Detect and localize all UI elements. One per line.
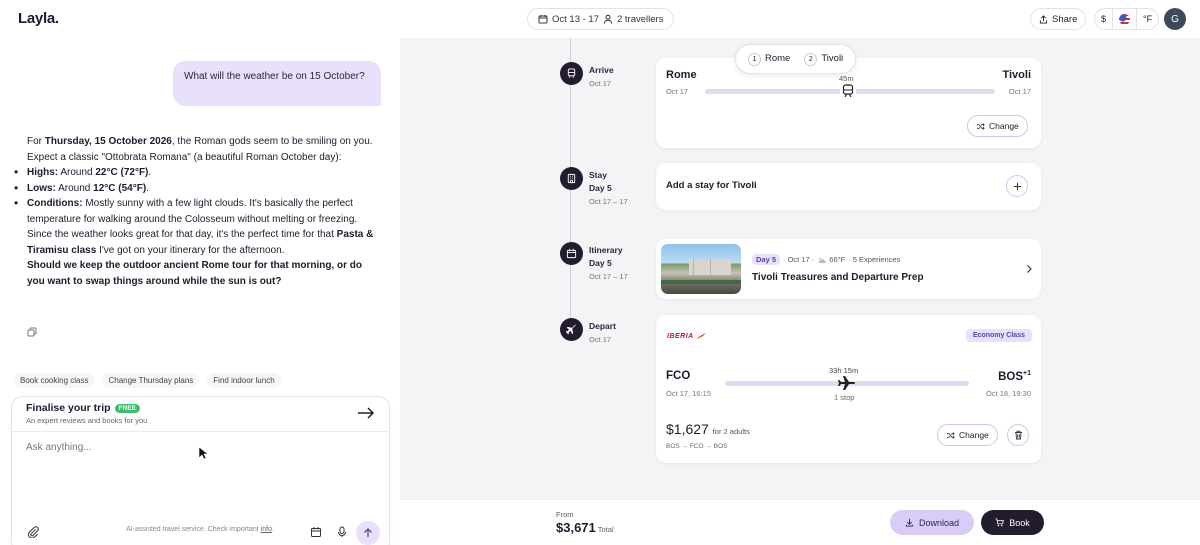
reply-suggestion: Since the weather looks great for that d… — [27, 229, 374, 256]
share-icon — [1039, 14, 1048, 24]
user-message: What will the weather be on 15 October? — [173, 61, 381, 106]
currency-toggle[interactable]: $ — [1095, 9, 1114, 29]
shuffle-icon — [946, 431, 955, 439]
us-flag-icon — [1119, 13, 1131, 25]
suggestion-chip[interactable]: Find indoor lunch — [207, 373, 281, 388]
free-badge: FREE — [114, 403, 140, 413]
trip-dates: Oct 13 - 17 — [552, 13, 599, 25]
from-city: Rome — [666, 69, 697, 81]
chevron-right-icon[interactable] — [1026, 264, 1033, 274]
app-logo[interactable]: Layla. — [18, 10, 59, 27]
download-button[interactable]: Download — [890, 510, 974, 535]
weather-list: Highs: Around 22°C (72°F). Lows: Around … — [11, 165, 382, 227]
reply-question: Should we keep the outdoor ancient Rome … — [27, 260, 362, 287]
day-plan-title: Tivoli Treasures and Departure Prep — [752, 272, 924, 283]
cart-icon — [995, 518, 1005, 527]
suggestion-chip[interactable]: Change Thursday plans — [102, 373, 200, 388]
shuffle-icon — [976, 122, 985, 130]
city-pill-rome[interactable]: 1 Rome — [748, 52, 790, 66]
add-stay-card[interactable]: Add a stay for Tivoli — [656, 163, 1041, 210]
departure-time: Oct 17, 16:15 — [666, 389, 712, 398]
units-toggle[interactable]: °F — [1137, 9, 1158, 29]
weather-lows: Lows: Around 12°C (54°F). — [11, 181, 382, 197]
city-pill-tivoli[interactable]: 2 Tivoli — [804, 52, 843, 66]
weather-conditions: Conditions: Mostly sunny with a few ligh… — [11, 196, 382, 227]
booking-bar: From $3,671 Total Download Book — [400, 499, 1200, 545]
day-badge: Day 5 — [752, 254, 781, 265]
delete-flight-button[interactable] — [1007, 424, 1029, 446]
cloud-sun-icon — [818, 256, 826, 263]
depart-step-label: Depart Oct 17 — [589, 321, 616, 344]
book-button[interactable]: Book — [981, 510, 1044, 535]
share-button[interactable]: Share — [1030, 8, 1087, 30]
flight-duration: 33h 15m — [829, 366, 859, 375]
airline-swoosh-icon — [695, 333, 706, 339]
download-icon — [905, 518, 914, 527]
tivoli-thumbnail — [661, 244, 741, 294]
add-stay-text: Add a stay for Tivoli — [666, 180, 757, 191]
cabin-class-badge: Economy Class — [965, 329, 1032, 342]
avatar[interactable]: G — [1164, 8, 1186, 30]
chat-composer: Finalise your trip FREE An expert review… — [11, 396, 390, 545]
mouse-cursor-icon — [198, 446, 208, 460]
arrival-airport: BOS+1 — [998, 370, 1031, 383]
hotel-step-icon — [560, 167, 583, 190]
language-toggle[interactable] — [1113, 9, 1138, 29]
flight-stops: 1 stop — [834, 393, 855, 402]
assistant-reply: For Thursday, 15 October 2026, the Roman… — [14, 134, 382, 289]
plane-step-icon — [560, 318, 583, 341]
to-date: Oct 17 — [1008, 87, 1031, 96]
reply-expect: Expect a classic "Ottobrata Romana" (a b… — [27, 151, 342, 163]
transfer-duration: 45m — [839, 74, 854, 83]
chat-panel: What will the weather be on 15 October? … — [0, 38, 400, 545]
arrow-right-icon[interactable] — [357, 406, 375, 420]
preferences-pill[interactable]: $ °F — [1094, 8, 1160, 30]
calendar-step-icon — [560, 242, 583, 265]
finalise-subtitle: An expert reviews and books for you — [26, 416, 148, 425]
plus-icon — [1013, 182, 1021, 190]
flight-route: BOS → FCO → BOS — [666, 443, 728, 450]
plane-icon — [838, 376, 855, 390]
trash-icon — [1014, 430, 1022, 440]
reply-intro: For Thursday, 15 October 2026, the Roman… — [27, 136, 373, 147]
from-label: From — [556, 510, 574, 519]
day-plan-card[interactable]: Day 5 · Oct 17 · 66°F · 5 Experiences Ti… — [656, 239, 1041, 299]
total-price: $3,671 Total — [556, 520, 614, 535]
chat-input[interactable] — [26, 442, 366, 453]
itinerary-panel: 1 Rome 2 Tivoli Arrive Oct 17 Rome Oct 17 T… — [400, 38, 1200, 499]
calendar-icon — [538, 15, 548, 24]
airline-logo: IBERIA — [667, 332, 707, 340]
train-icon — [840, 83, 856, 99]
weather-highs: Highs: Around 22°C (72°F). — [11, 165, 382, 181]
disclaimer: AI-assisted travel service. Check import… — [126, 526, 274, 533]
from-date: Oct 17 — [666, 87, 689, 96]
finalise-trip-banner[interactable]: Finalise your trip FREE An expert review… — [12, 397, 389, 432]
flight-price: $1,627 for 2 adults — [666, 421, 750, 437]
trip-summary-pill[interactable]: Oct 13 - 17 2 travellers — [527, 8, 675, 30]
arrival-time: Oct 18, 19:30 — [985, 389, 1031, 398]
change-flight-button[interactable]: Change — [937, 424, 998, 446]
stay-step-label: Stay Day 5 Oct 17 – 17 — [589, 170, 628, 206]
info-link[interactable]: info — [261, 526, 272, 533]
arrive-step-label: Arrive Oct 17 — [589, 65, 614, 88]
to-city: Tivoli — [1002, 69, 1031, 81]
day-plan-meta: Day 5 · Oct 17 · 66°F · 5 Experiences — [752, 254, 900, 265]
copy-icon[interactable] — [27, 327, 37, 337]
suggestion-chip[interactable]: Book cooking class — [14, 373, 95, 388]
train-step-icon — [560, 62, 583, 85]
suggestion-chips: Book cooking class Change Thursday plans… — [14, 373, 281, 388]
send-button[interactable] — [356, 521, 380, 545]
person-icon — [604, 14, 612, 24]
itinerary-step-label: Itinerary Day 5 Oct 17 – 17 — [589, 245, 628, 281]
city-selector: 1 Rome 2 Tivoli — [735, 44, 857, 74]
trip-travellers: 2 travellers — [617, 13, 664, 25]
departure-airport: FCO — [666, 370, 691, 382]
change-transfer-button[interactable]: Change — [967, 115, 1028, 137]
add-stay-button[interactable] — [1006, 175, 1028, 197]
top-bar: Layla. Oct 13 - 17 2 travellers Share $ … — [0, 0, 1200, 38]
flight-card: IBERIA Economy Class FCO Oct 17, 16:15 B… — [656, 315, 1041, 463]
finalise-title: Finalise your trip — [26, 402, 111, 414]
share-label: Share — [1052, 13, 1078, 25]
